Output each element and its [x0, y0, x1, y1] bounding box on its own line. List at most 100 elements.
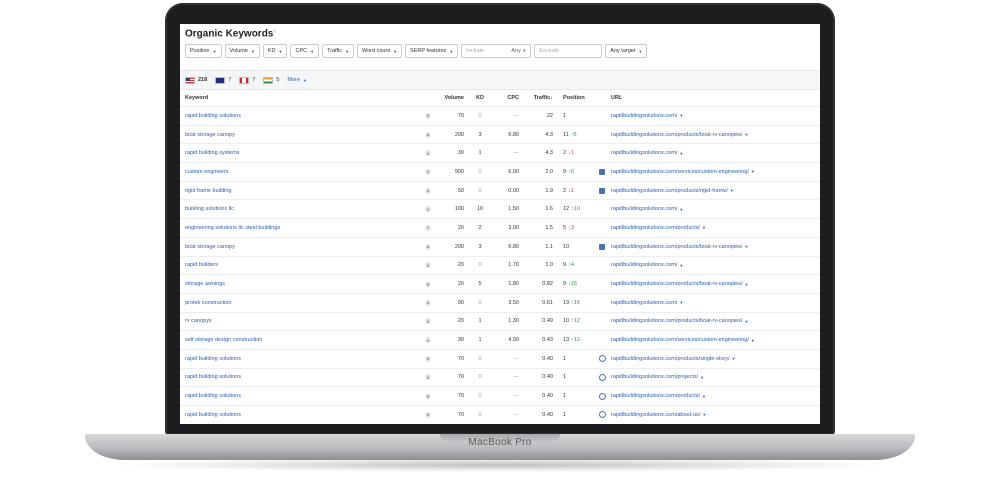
- url-link[interactable]: rapidbuildingsolutions.com/projects/▼: [611, 369, 816, 387]
- url-link[interactable]: rapidbuildingsolutions.com/about-us/▼: [611, 406, 816, 424]
- exclude-input[interactable]: Exclude: [534, 44, 603, 58]
- country-count: 7: [228, 77, 232, 83]
- url-text: rapidbuildingsolutions.com/projects/: [611, 374, 699, 381]
- url-link[interactable]: rapidbuildingsolutions.com/▼: [611, 200, 816, 218]
- filter-target[interactable]: Any target ▼: [605, 44, 648, 58]
- column-cpc[interactable]: CPC: [495, 90, 519, 106]
- filter-traffic[interactable]: Traffic ▼: [322, 44, 355, 58]
- url-link[interactable]: rapidbuildingsolutions.com/products/boat…: [611, 275, 816, 293]
- serp-features-cell[interactable]: 5: [424, 350, 432, 368]
- caret-down-icon[interactable]: ▼: [744, 132, 748, 137]
- caret-down-icon[interactable]: ▼: [730, 188, 734, 193]
- serp-features-cell[interactable]: 4: [424, 144, 432, 162]
- url-link[interactable]: rapidbuildingsolutions.com/services/cust…: [611, 331, 816, 349]
- keyword-link[interactable]: rapid building solutions: [185, 406, 415, 424]
- serp-features-cell[interactable]: 6: [424, 238, 432, 256]
- keyword-link[interactable]: rapid building solutions: [185, 107, 415, 125]
- filter-volume[interactable]: Volume ▼: [224, 44, 260, 58]
- filter-kd[interactable]: KD ▼: [262, 44, 288, 58]
- keyword-link[interactable]: storage awnings: [185, 275, 415, 293]
- keyword-link[interactable]: rapid building solutions: [185, 369, 415, 387]
- column-url[interactable]: URL: [611, 90, 816, 106]
- caret-down-icon[interactable]: ▼: [732, 356, 736, 361]
- serp-features-cell[interactable]: 5: [424, 369, 432, 387]
- serp-features-cell[interactable]: 6: [424, 126, 432, 144]
- serp-features-cell[interactable]: 2: [424, 163, 432, 181]
- url-link[interactable]: rapidbuildingsolutions.com/▼: [611, 294, 816, 312]
- include-input[interactable]: Include Any ▼: [461, 44, 532, 58]
- serp-features-cell[interactable]: 4: [424, 331, 432, 349]
- filter-word-count[interactable]: Word count ▼: [357, 44, 403, 58]
- caret-down-icon[interactable]: ▼: [679, 151, 683, 156]
- column-position[interactable]: Position: [563, 90, 593, 106]
- serp-features-count: 5: [425, 374, 431, 381]
- url-link[interactable]: rapidbuildingsolutions.com/products/▼: [611, 219, 816, 237]
- serp-features-cell[interactable]: 5: [424, 107, 432, 125]
- serp-features-cell[interactable]: 5: [424, 275, 432, 293]
- link-icon: [598, 392, 606, 400]
- caret-down-icon[interactable]: ▼: [679, 207, 683, 212]
- column-kd[interactable]: KD: [470, 90, 490, 106]
- caret-down-icon[interactable]: ▼: [679, 300, 683, 305]
- au-flag-icon: [215, 76, 226, 84]
- keyword-link[interactable]: protek construction: [185, 294, 415, 312]
- country-tab-ca[interactable]: 7: [239, 76, 255, 84]
- serp-features-cell[interactable]: 5: [424, 387, 432, 405]
- url-link[interactable]: rapidbuildingsolutions.com/products/boat…: [611, 313, 816, 331]
- serp-features-cell[interactable]: 4: [424, 182, 432, 200]
- keyword-link[interactable]: custom engineers: [185, 163, 415, 181]
- caret-down-icon[interactable]: ▼: [744, 282, 748, 287]
- column-traffic[interactable]: Traffic ↓: [525, 90, 553, 106]
- position-cell: 1: [563, 350, 593, 368]
- country-tab-in[interactable]: 5: [263, 76, 279, 84]
- table-row: rapid building solutions 5 70 0 — 0.40 1 rapidb…: [180, 350, 820, 369]
- keyword-link[interactable]: rv canopys: [185, 313, 415, 331]
- caret-down-icon[interactable]: ▼: [702, 225, 706, 230]
- serp-features-cell[interactable]: 2: [424, 200, 432, 218]
- keyword-link[interactable]: engineering solutions llc steel building…: [185, 219, 415, 237]
- caret-down-icon[interactable]: ▼: [744, 244, 748, 249]
- caret-down-icon[interactable]: ▼: [744, 319, 748, 324]
- caret-down-icon[interactable]: ▼: [751, 169, 755, 174]
- url-link[interactable]: rapidbuildingsolutions.com/▼: [611, 144, 816, 162]
- url-link[interactable]: rapidbuildingsolutions.com/products/sing…: [611, 350, 816, 368]
- filter-cpc[interactable]: CPC ▼: [290, 44, 320, 58]
- keyword-link[interactable]: boat storage canopy: [185, 238, 415, 256]
- caret-down-icon[interactable]: ▼: [679, 263, 683, 268]
- keyword-link[interactable]: rapid builders: [185, 257, 415, 275]
- position-cell: 12 ↑10: [563, 200, 593, 218]
- serp-features-cell[interactable]: 4: [424, 294, 432, 312]
- url-link[interactable]: rapidbuildingsolutions.com/products/boat…: [611, 126, 816, 144]
- serp-features-cell[interactable]: 5: [424, 313, 432, 331]
- caret-down-icon[interactable]: ▼: [700, 375, 704, 380]
- keyword-link[interactable]: rapid building solutions: [185, 350, 415, 368]
- more-countries-button[interactable]: More ▼: [287, 77, 307, 83]
- keyword-link[interactable]: rapid building solutions: [185, 387, 415, 405]
- keyword-link[interactable]: rigid frame building: [185, 182, 415, 200]
- column-keyword[interactable]: Keyword: [185, 90, 415, 106]
- url-link[interactable]: rapidbuildingsolutions.com/products/▼: [611, 387, 816, 405]
- keyword-link[interactable]: building solutions llc: [185, 200, 415, 218]
- serp-features-cell[interactable]: 5: [424, 257, 432, 275]
- keyword-link[interactable]: rapid building systems: [185, 144, 415, 162]
- url-link[interactable]: rapidbuildingsolutions.com/▼: [611, 257, 816, 275]
- caret-down-icon[interactable]: ▼: [679, 113, 683, 118]
- url-link[interactable]: rapidbuildingsolutions.com/products/boat…: [611, 238, 816, 256]
- include-any-select[interactable]: Any ▼: [511, 48, 526, 54]
- caret-down-icon[interactable]: ▼: [751, 338, 755, 343]
- serp-features-cell[interactable]: 7: [424, 219, 432, 237]
- keyword-link[interactable]: boat storage canopy: [185, 126, 415, 144]
- country-tab-us[interactable]: 218: [185, 76, 207, 84]
- filter-serp-features[interactable]: SERP features ▼: [405, 44, 459, 58]
- filter-position[interactable]: Position ▼: [185, 44, 222, 58]
- column-volume[interactable]: Volume: [440, 90, 464, 106]
- country-tab-au[interactable]: 7: [215, 76, 232, 84]
- keyword-link[interactable]: self storage design construction: [185, 331, 415, 349]
- url-link[interactable]: rapidbuildingsolutions.com/services/cust…: [611, 163, 816, 181]
- serp-features-cell[interactable]: 5: [424, 406, 432, 424]
- caret-down-icon[interactable]: ▼: [702, 394, 706, 399]
- url-link[interactable]: rapidbuildingsolutions.com/products/rigi…: [611, 182, 816, 200]
- caret-down-icon[interactable]: ▼: [702, 412, 706, 417]
- url-link[interactable]: rapidbuildingsolutions.com/▼: [611, 107, 816, 125]
- info-icon[interactable]: i: [274, 28, 275, 34]
